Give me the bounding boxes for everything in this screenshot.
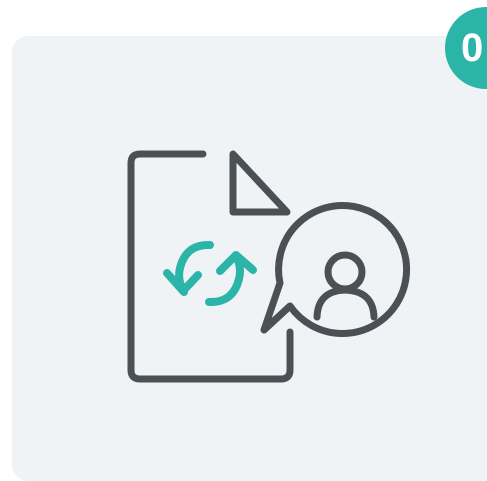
document-sync-user-illustration <box>127 150 410 383</box>
document-icon <box>127 150 294 383</box>
step-card-container: 0 <box>0 0 487 481</box>
user-speech-bubble-icon <box>260 202 410 337</box>
sync-arrows-icon <box>163 240 257 307</box>
